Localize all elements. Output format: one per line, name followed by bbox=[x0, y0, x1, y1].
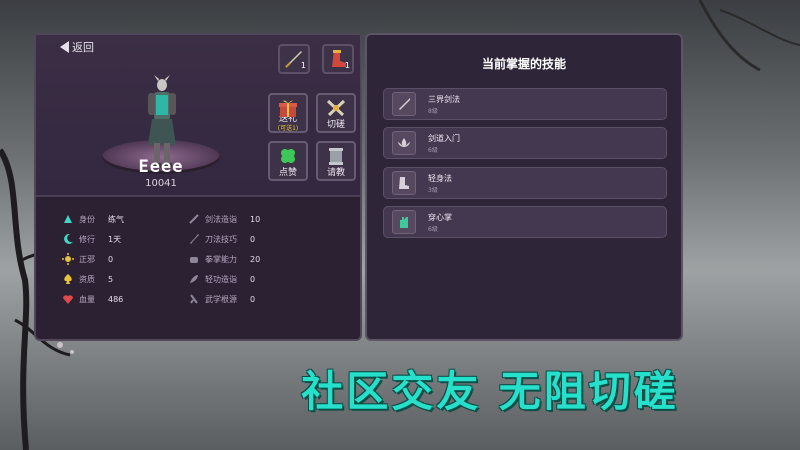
skill-icon-frame bbox=[392, 210, 416, 234]
stat-value: 10 bbox=[250, 214, 261, 224]
skill-name: 轻身法 bbox=[428, 174, 452, 183]
stat-value: 5 bbox=[108, 274, 114, 284]
stat-key: 资质 bbox=[79, 274, 95, 284]
stat-key: 正邪 bbox=[79, 254, 95, 264]
gift-button[interactable]: 送礼 (可送1) bbox=[268, 93, 308, 133]
stat-value: 练气 bbox=[108, 214, 124, 224]
skills-panel-title: 当前掌握的技能 bbox=[481, 57, 566, 71]
back-arrow-icon bbox=[60, 41, 69, 53]
stat-key: 身份 bbox=[79, 214, 95, 224]
skill-item[interactable]: 剑道入门 6级 bbox=[383, 127, 667, 159]
stat-key: 轻功造诣 bbox=[205, 274, 237, 284]
sword-icon bbox=[399, 98, 410, 110]
moon-icon bbox=[64, 233, 73, 244]
back-label: 返回 bbox=[72, 41, 94, 54]
stat-blade-skill: 刀法技巧 0 bbox=[188, 233, 255, 245]
stat-cultivation: 修行 1天 bbox=[62, 233, 121, 245]
skill-name: 剑道入门 bbox=[428, 134, 460, 143]
skill-item[interactable]: 三界剑法 8级 bbox=[383, 88, 667, 120]
skill-level: 3级 bbox=[428, 187, 438, 194]
skill-item[interactable]: 轻身法 3级 bbox=[383, 167, 667, 199]
stat-fist-ability: 拳掌能力 20 bbox=[188, 253, 260, 265]
stat-key: 剑法造诣 bbox=[205, 214, 237, 224]
stat-key: 血量 bbox=[79, 294, 95, 304]
item-slot-boots[interactable]: 1 bbox=[322, 44, 354, 74]
consult-button[interactable]: 请教 bbox=[316, 141, 356, 181]
item-count: 1 bbox=[344, 61, 350, 70]
lotus-icon bbox=[398, 138, 410, 147]
skill-icon-frame bbox=[392, 131, 416, 155]
character-showcase: 返回 Eeee 10041 1 1 送礼 (可送1) 切磋 点赞 请教 bbox=[36, 35, 360, 197]
boot-icon bbox=[399, 177, 409, 189]
sword-stat-icon bbox=[189, 214, 199, 224]
stat-value: 1天 bbox=[108, 234, 122, 244]
heart-icon bbox=[63, 295, 73, 304]
stat-key: 修行 bbox=[79, 234, 95, 244]
stats-section: 身份 练气 修行 1天 正邪 0 资质 5 血量 486 剑法造诣 10 刀法技… bbox=[36, 197, 360, 339]
skill-name: 三界剑法 bbox=[428, 95, 460, 104]
fist-stat-icon bbox=[190, 257, 198, 263]
stat-sword-mastery: 剑法造诣 10 bbox=[188, 213, 260, 225]
scroll-icon bbox=[329, 148, 343, 165]
skill-level: 6级 bbox=[428, 226, 438, 233]
crossed-swords-icon bbox=[326, 99, 346, 117]
like-button[interactable]: 点赞 bbox=[268, 141, 308, 181]
item-count: 1 bbox=[300, 61, 306, 70]
consult-label: 请教 bbox=[326, 168, 345, 178]
back-button[interactable]: 返回 bbox=[60, 39, 94, 55]
clover-icon bbox=[281, 149, 295, 163]
stat-lightness-skill: 轻功造诣 0 bbox=[188, 273, 255, 285]
stat-health: 血量 486 bbox=[62, 293, 123, 305]
stat-key: 武学根源 bbox=[205, 294, 237, 304]
spar-button[interactable]: 切磋 bbox=[316, 93, 356, 133]
stat-value: 486 bbox=[108, 294, 124, 304]
skill-icon-frame bbox=[392, 171, 416, 195]
root-stat-icon bbox=[190, 294, 198, 304]
stat-aptitude: 资质 5 bbox=[62, 273, 113, 285]
item-slot-weapon[interactable]: 1 bbox=[278, 44, 310, 74]
palm-icon bbox=[400, 217, 408, 228]
skills-panel: 当前掌握的技能 三界剑法 8级 剑道入门 6级 轻身法 3级 穿心掌 6级 bbox=[365, 33, 683, 341]
sun-icon bbox=[62, 253, 74, 265]
spar-label: 切磋 bbox=[326, 120, 345, 130]
spade-icon bbox=[64, 274, 72, 284]
stat-value: 0 bbox=[250, 294, 256, 304]
promo-slogan: 社区交友 无阻切磋 bbox=[301, 367, 679, 416]
skill-item[interactable]: 穿心掌 6级 bbox=[383, 206, 667, 238]
skill-name: 穿心掌 bbox=[428, 213, 452, 222]
identity-icon bbox=[64, 215, 72, 223]
stat-key: 刀法技巧 bbox=[205, 234, 237, 244]
skill-level: 6级 bbox=[428, 147, 438, 154]
stat-value: 0 bbox=[108, 254, 114, 264]
gift-count-label: (可送1) bbox=[277, 125, 299, 132]
like-label: 点赞 bbox=[278, 168, 297, 178]
skill-icon-frame bbox=[392, 92, 416, 116]
character-name: Eeee bbox=[138, 157, 184, 177]
stat-value: 20 bbox=[250, 254, 261, 264]
skill-level: 8级 bbox=[428, 108, 438, 115]
stat-identity: 身份 练气 bbox=[62, 213, 124, 225]
feather-stat-icon bbox=[190, 275, 198, 283]
stat-key: 拳掌能力 bbox=[205, 254, 237, 264]
blade-stat-icon bbox=[190, 234, 199, 244]
character-panel: 返回 Eeee 10041 1 1 送礼 (可送1) 切磋 点赞 请教 身份 练… bbox=[34, 33, 362, 341]
stat-value: 0 bbox=[250, 274, 256, 284]
stat-value: 0 bbox=[250, 234, 256, 244]
gift-icon bbox=[279, 100, 297, 117]
stat-martial-root: 武学根源 0 bbox=[188, 293, 255, 305]
stat-alignment: 正邪 0 bbox=[62, 253, 113, 265]
character-id: 10041 bbox=[145, 178, 177, 189]
